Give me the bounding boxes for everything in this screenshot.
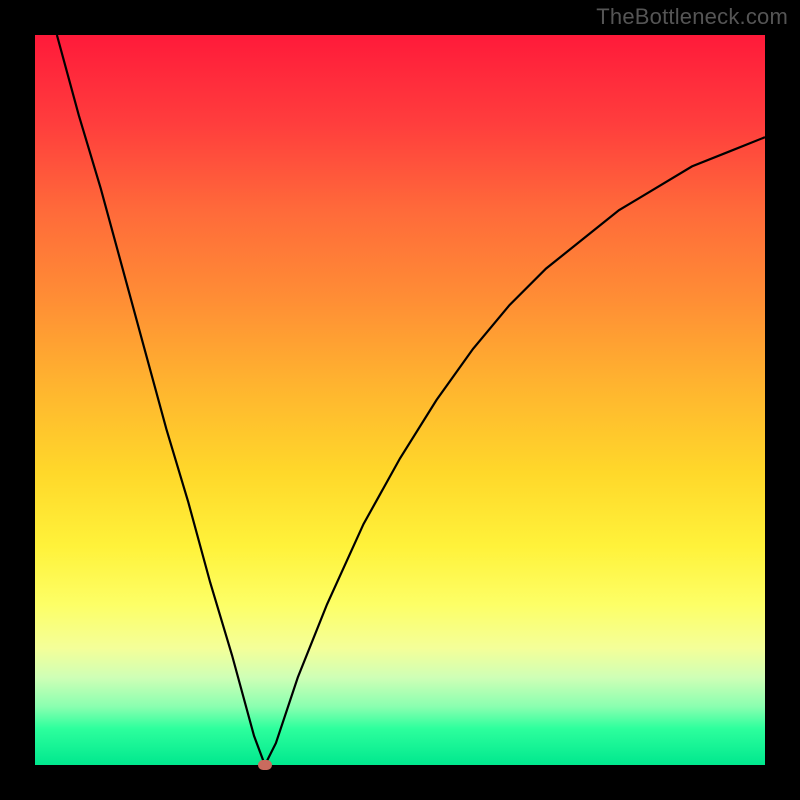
- watermark-text: TheBottleneck.com: [596, 4, 788, 30]
- curve-path: [57, 35, 765, 765]
- chart-frame: TheBottleneck.com: [0, 0, 800, 800]
- plot-area: [35, 35, 765, 765]
- bottleneck-curve: [35, 35, 765, 765]
- minimum-marker: [258, 760, 272, 770]
